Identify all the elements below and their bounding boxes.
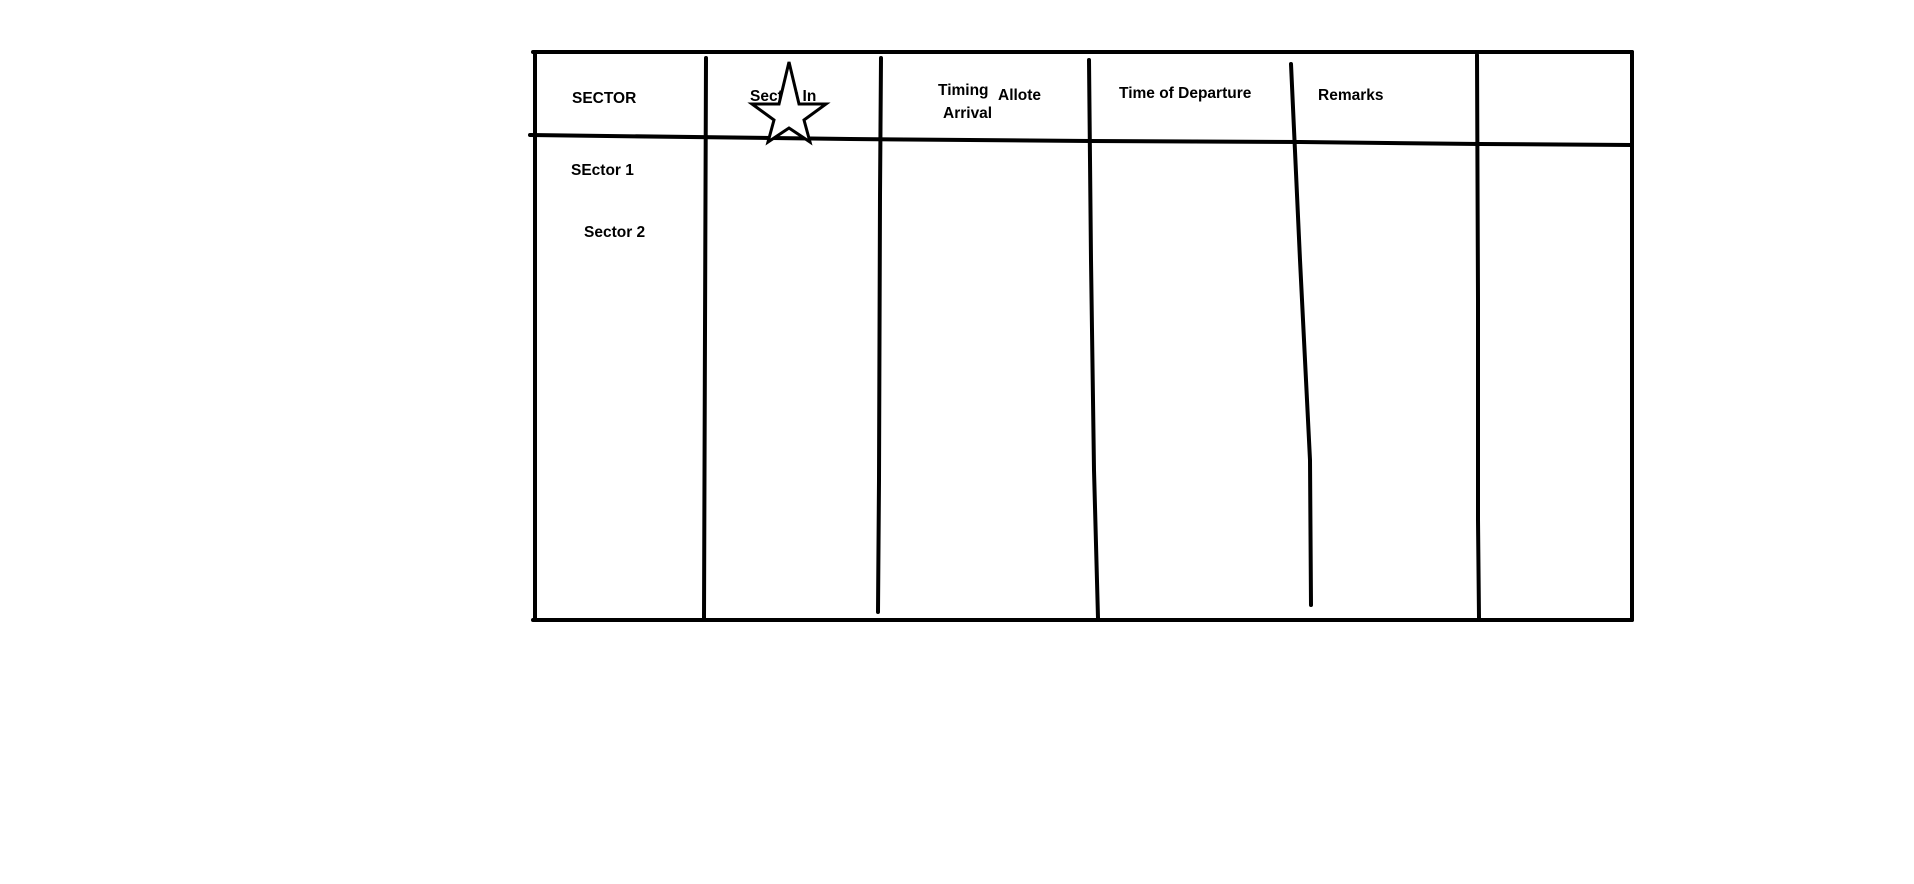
divider-5 — [1475, 53, 1481, 620]
divider-3 — [1087, 58, 1100, 620]
header-allote: Allote — [998, 87, 1041, 104]
divider-1 — [702, 56, 708, 620]
header-sector: SECTOR — [572, 90, 636, 107]
header-arrival: Arrival — [943, 105, 992, 122]
header-separator — [528, 133, 1634, 147]
divider-4 — [1289, 62, 1313, 607]
header-remarks: Remarks — [1318, 87, 1384, 104]
header-timing: Timing — [938, 82, 989, 99]
header-time-of-departure: Time of Departure — [1119, 85, 1252, 102]
row-label: Sector 2 — [584, 224, 645, 241]
row-label: SEctor 1 — [571, 162, 634, 179]
divider-2 — [876, 56, 883, 614]
sketch-canvas: SECTOR Sector In Timing Allote Arrival T… — [528, 50, 1634, 622]
